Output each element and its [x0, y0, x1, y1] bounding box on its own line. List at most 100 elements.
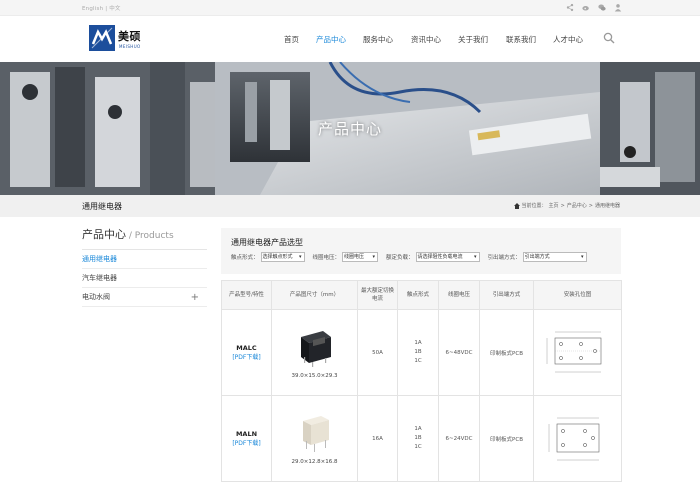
sidebar-title-en: Products — [134, 231, 174, 241]
terminal-cell: 印制板式PCB — [479, 395, 534, 482]
top-bar: English | 中文 — [0, 0, 700, 16]
terminal-type-select[interactable]: 引出端方式 ▾ — [522, 252, 587, 262]
user-icon[interactable] — [614, 3, 622, 12]
sidebar-item-label: 电动水阀 — [82, 293, 110, 301]
sidebar-title: 产品中心 / Products — [82, 226, 207, 250]
wechat-icon[interactable] — [598, 3, 606, 12]
logo-text-cn: 美硕 — [118, 30, 141, 43]
main-nav: 首页 产品中心 服务中心 资讯中心 关于我们 联系我们 人才中心 — [284, 34, 593, 45]
model-cell: MALC [PDF下载] — [221, 309, 272, 396]
logo[interactable]: 美硕 MEISHUO — [88, 24, 144, 54]
contact-form-select[interactable]: 选择触点形式 ▾ — [260, 252, 305, 262]
home-icon — [513, 202, 520, 209]
model-name[interactable]: MALC — [222, 344, 271, 352]
pdf-download-link[interactable]: [PDF下载] — [222, 438, 271, 447]
filter-title: 通用继电器产品选型 — [231, 238, 303, 247]
nav-item-careers[interactable]: 人才中心 — [553, 34, 593, 45]
lang-english-link[interactable]: English — [82, 6, 103, 12]
mounting-hole-diagram[interactable] — [541, 412, 615, 466]
nav-item-products[interactable]: 产品中心 — [316, 34, 363, 45]
table-header-row: 产品型号/特性 产品图尺寸（mm） 最大额定切换电流 触点形式 线圈电压 引出端… — [221, 280, 622, 310]
logo-text-en: MEISHUO — [119, 44, 141, 49]
language-switch: English | 中文 — [82, 4, 121, 12]
weibo-icon[interactable] — [582, 3, 590, 12]
dropdown-arrow-icon: ▾ — [474, 254, 477, 260]
nav-item-service[interactable]: 服务中心 — [363, 34, 411, 45]
current-cell: 50A — [357, 309, 398, 396]
select-value: 选择触点形式 — [262, 254, 293, 260]
main-content: 通用继电器产品选型 触点形式： 选择触点形式 ▾ 线圈电压： 线圈电压 ▾ 额定负载… — [221, 228, 622, 500]
relay-maln-image[interactable] — [295, 413, 335, 455]
voltage-cell: 6~48VDC — [438, 309, 480, 396]
sub-bar: 通用继电器 当前位置： 主页 > 产品中心 > 通用继电器 — [0, 195, 700, 217]
contact-value: 1A — [414, 340, 422, 346]
nav-item-news[interactable]: 资讯中心 — [411, 34, 458, 45]
col-header-model: 产品型号/特性 — [221, 280, 272, 310]
site-header: 美硕 MEISHUO 首页 产品中心 服务中心 资讯中心 关于我们 联系我们 人… — [0, 16, 700, 62]
lang-separator: | — [105, 6, 108, 12]
nav-item-contact[interactable]: 联系我们 — [506, 34, 553, 45]
breadcrumb-prefix: 当前位置： — [521, 203, 547, 209]
table-row: MALN [PDF下载] 29.0×12.8×16.8 16A 1A 1B 1C… — [221, 395, 622, 482]
share-icon[interactable] — [566, 3, 574, 12]
contact-value: 1C — [414, 444, 422, 450]
breadcrumb-separator: > — [560, 202, 565, 209]
image-cell: 39.0×15.0×29.3 — [271, 309, 358, 396]
sidebar-item-electric-valve[interactable]: 电动水阀 + — [82, 288, 207, 307]
mounting-hole-diagram[interactable] — [541, 326, 615, 380]
sidebar: 产品中心 / Products 通用继电器 汽车继电器 电动水阀 + — [82, 226, 207, 307]
current-category: 通用继电器 — [82, 202, 122, 211]
contact-value: 1A — [414, 426, 422, 432]
lang-chinese-link[interactable]: 中文 — [109, 6, 120, 12]
filter-label-terminal: 引出端方式： — [487, 255, 521, 261]
model-name[interactable]: MALN — [222, 430, 271, 438]
product-size: 29.0×12.8×16.8 — [291, 458, 338, 465]
nav-item-home[interactable]: 首页 — [284, 34, 316, 45]
image-cell: 29.0×12.8×16.8 — [271, 395, 358, 482]
logo-mark-icon — [89, 25, 115, 51]
filter-label-contact: 触点形式： — [231, 255, 259, 261]
mounting-cell — [533, 309, 622, 396]
breadcrumb-current[interactable]: 通用继电器 — [595, 202, 620, 209]
sidebar-item-automotive-relay[interactable]: 汽车继电器 — [82, 269, 207, 288]
expand-icon[interactable]: + — [191, 288, 199, 307]
relay-malc-image[interactable] — [295, 327, 335, 369]
select-value: 线圈电压 — [344, 254, 365, 260]
pdf-download-link[interactable]: [PDF下载] — [222, 352, 271, 361]
filter-label-rated-load: 额定负载： — [386, 255, 414, 261]
terminal-cell: 印制板式PCB — [479, 309, 534, 396]
contact-value: 1C — [414, 358, 422, 364]
col-header-contact-form: 触点形式 — [397, 280, 439, 310]
col-header-terminal: 引出端方式 — [479, 280, 534, 310]
contact-cell: 1A 1B 1C — [397, 395, 439, 482]
select-value: 请选择阻性负载电流 — [417, 254, 463, 260]
sidebar-title-cn: 产品中心 — [82, 228, 126, 241]
banner: 产品中心 — [0, 62, 700, 195]
coil-voltage-select[interactable]: 线圈电压 ▾ — [342, 252, 379, 262]
model-cell: MALN [PDF下载] — [221, 395, 272, 482]
col-header-coil-voltage: 线圈电压 — [438, 280, 480, 310]
sidebar-item-label: 通用继电器 — [82, 255, 117, 263]
nav-item-about[interactable]: 关于我们 — [458, 34, 506, 45]
sidebar-item-general-relay[interactable]: 通用继电器 — [82, 250, 207, 269]
breadcrumb: 当前位置： 主页 > 产品中心 > 通用继电器 — [513, 202, 620, 209]
product-table: 产品型号/特性 产品图尺寸（mm） 最大额定切换电流 触点形式 线圈电压 引出端… — [221, 280, 622, 482]
dropdown-arrow-icon: ▾ — [372, 254, 376, 260]
col-header-mounting: 安装孔位图 — [533, 280, 622, 310]
search-icon[interactable] — [603, 32, 615, 44]
breadcrumb-products-link[interactable]: 产品中心 — [567, 202, 587, 209]
sidebar-title-sep: / — [126, 231, 135, 241]
select-value: 引出端方式 — [524, 254, 550, 260]
breadcrumb-home-link[interactable]: 主页 — [549, 202, 559, 209]
contact-cell: 1A 1B 1C — [397, 309, 439, 396]
banner-title: 产品中心 — [317, 120, 382, 138]
mounting-cell — [533, 395, 622, 482]
col-header-size: 产品图尺寸（mm） — [271, 280, 358, 310]
rated-load-select[interactable]: 请选择阻性负载电流 ▾ — [415, 252, 480, 262]
current-cell: 16A — [357, 395, 398, 482]
breadcrumb-separator: > — [588, 202, 593, 209]
filter-panel: 通用继电器产品选型 触点形式： 选择触点形式 ▾ 线圈电压： 线圈电压 ▾ 额定负载… — [221, 228, 621, 274]
filter-label-coil-voltage: 线圈电压： — [312, 255, 341, 261]
contact-value: 1B — [414, 349, 422, 355]
voltage-cell: 6~24VDC — [438, 395, 480, 482]
